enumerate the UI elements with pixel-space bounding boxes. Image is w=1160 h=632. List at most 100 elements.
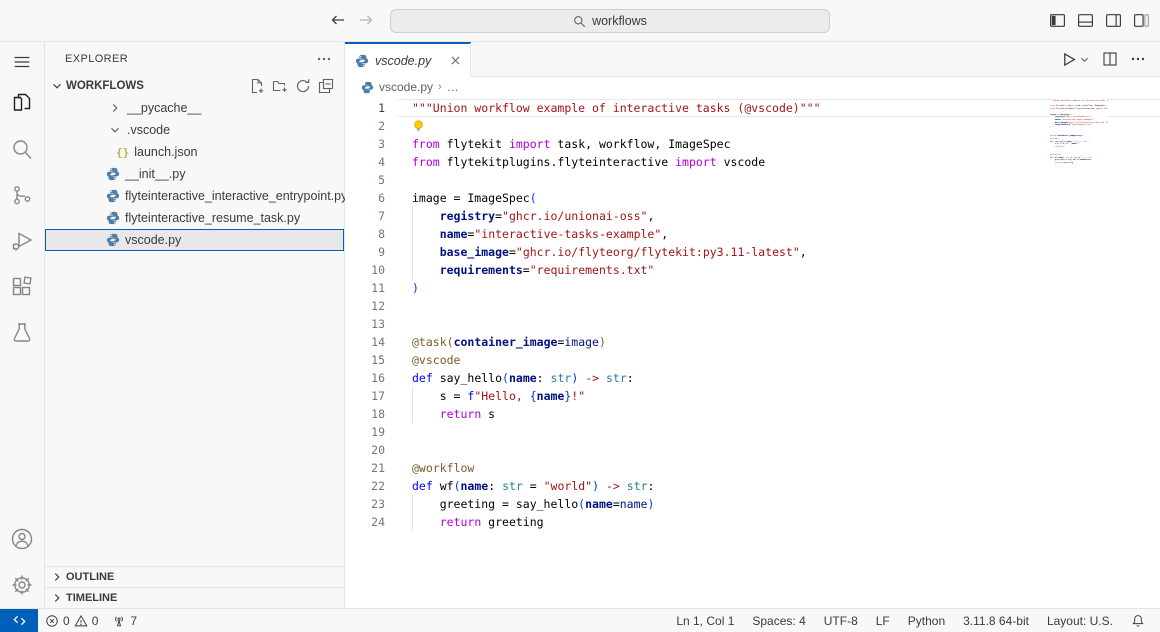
line-content: def say_hello(name: str) -> str: (412, 371, 634, 385)
breadcrumb[interactable]: vscode.py › … (345, 77, 1160, 97)
code-editor[interactable]: 1"""Union workflow example of interactiv… (345, 97, 1160, 608)
search-activity-item[interactable] (0, 126, 45, 172)
close-icon[interactable] (449, 54, 462, 67)
tree-item--init-py[interactable]: __init__.py (45, 163, 344, 185)
code-line-17[interactable]: 17 s = f"Hello, {name}!" (345, 387, 1160, 405)
tab-label: vscode.py (375, 54, 443, 68)
section-label: WORKFLOWS (66, 80, 144, 92)
title-bar: workflows (0, 0, 1160, 42)
code-line-19[interactable]: 19 (345, 423, 1160, 441)
line-content: requirements="requirements.txt" (412, 263, 654, 277)
code-line-5[interactable]: 5 (345, 171, 1160, 189)
tree-item-launch-json[interactable]: {}launch.json (45, 141, 344, 163)
tree-item--pycache-[interactable]: __pycache__ (45, 97, 344, 119)
language-mode-status-item[interactable]: Python (899, 614, 954, 628)
menu-icon[interactable] (0, 44, 45, 80)
cursor-position-status-item[interactable]: Ln 1, Col 1 (667, 614, 743, 628)
outline-section-header[interactable]: OUTLINE (45, 566, 344, 587)
code-line-3[interactable]: 3from flytekit import task, workflow, Im… (345, 135, 1160, 153)
toggle-secondary-sidebar-icon[interactable] (1105, 12, 1122, 29)
code-line-23[interactable]: 23 greeting = say_hello(name=name) (345, 495, 1160, 513)
minimap[interactable]: """Union workflow example of interactive… (1050, 97, 1108, 608)
workflows-section-header[interactable]: WORKFLOWS (45, 75, 344, 97)
code-line-7[interactable]: 7 registry="ghcr.io/unionai-oss", (345, 207, 1160, 225)
tree-item-flyteinteractive-resume-task-py[interactable]: flyteinteractive_resume_task.py (45, 207, 344, 229)
sidebar-title: EXPLORER (65, 53, 128, 65)
warning-count: 0 (92, 614, 99, 628)
code-line-21[interactable]: 21@workflow (345, 459, 1160, 477)
collapse-all-icon[interactable] (318, 78, 334, 94)
split-editor-icon[interactable] (1102, 51, 1118, 67)
source-control-activity-item[interactable] (0, 172, 45, 218)
code-line-4[interactable]: 4from flytekitplugins.flyteinteractive i… (345, 153, 1160, 171)
file-tree: __pycache__ .vscode {}launch.json__init__.… (45, 97, 344, 251)
code-line-8[interactable]: 8 name="interactive-tasks-example", (345, 225, 1160, 243)
eol-status-item[interactable]: LF (867, 614, 899, 628)
tree-item-vscode-py[interactable]: vscode.py (45, 229, 344, 251)
code-line-20[interactable]: 20 (345, 441, 1160, 459)
breadcrumb-file[interactable]: vscode.py (379, 80, 433, 94)
code-line-6[interactable]: 6image = ImageSpec( (345, 189, 1160, 207)
breadcrumb-symbol[interactable]: … (447, 80, 459, 94)
toggle-panel-icon[interactable] (1077, 12, 1094, 29)
new-folder-icon[interactable] (272, 78, 288, 94)
tab-vscode-py[interactable]: vscode.py (345, 42, 471, 77)
tree-item-label: .vscode (127, 123, 170, 137)
testing-activity-item[interactable] (0, 310, 45, 356)
toggle-primary-sidebar-icon[interactable] (1049, 12, 1066, 29)
code-line-12[interactable]: 12 (345, 297, 1160, 315)
accounts-activity-item[interactable] (0, 516, 45, 562)
problems-status-item[interactable]: 0 0 (38, 609, 105, 632)
line-content: image = ImageSpec( (412, 191, 537, 205)
run-debug-activity-item[interactable] (0, 218, 45, 264)
line-number: 4 (345, 155, 385, 169)
remote-indicator[interactable] (0, 609, 38, 632)
ports-status-item[interactable]: 7 (105, 609, 144, 632)
chevron-down-icon[interactable] (1079, 54, 1090, 65)
settings-activity-item[interactable] (0, 562, 45, 608)
run-python-file-button[interactable] (1060, 51, 1090, 68)
encoding-status-item[interactable]: UTF-8 (815, 614, 867, 628)
extensions-activity-item[interactable] (0, 264, 45, 310)
account-icon (10, 527, 34, 551)
code-line-2[interactable]: 2 (345, 117, 1160, 135)
customize-layout-icon[interactable] (1133, 12, 1150, 29)
code-line-13[interactable]: 13 (345, 315, 1160, 333)
tree-item-flyteinteractive-interactive-entrypoint-py[interactable]: flyteinteractive_interactive_entrypoint.… (45, 185, 344, 207)
lightbulb-icon[interactable] (412, 119, 425, 134)
timeline-section-header[interactable]: TIMELINE (45, 587, 344, 608)
code-line-18[interactable]: 18 return s (345, 405, 1160, 423)
python-file-icon (106, 189, 120, 203)
code-line-16[interactable]: 16def say_hello(name: str) -> str: (345, 369, 1160, 387)
search-icon (573, 15, 586, 28)
notifications-bell-icon[interactable] (1122, 614, 1154, 628)
code-line-11[interactable]: 11) (345, 279, 1160, 297)
activity-bar (0, 42, 45, 608)
keyboard-layout-status-item[interactable]: Layout: U.S. (1038, 614, 1122, 628)
indentation-status-item[interactable]: Spaces: 4 (743, 614, 814, 628)
code-line-22[interactable]: 22def wf(name: str = "world") -> str: (345, 477, 1160, 495)
refresh-icon[interactable] (295, 78, 311, 94)
error-count: 0 (63, 614, 70, 628)
code-line-14[interactable]: 14@task(container_image=image) (345, 333, 1160, 351)
code-line-1[interactable]: 1"""Union workflow example of interactiv… (345, 99, 1160, 117)
line-content: from flytekit import task, workflow, Ima… (412, 137, 731, 151)
more-actions-icon[interactable] (1130, 51, 1146, 67)
new-file-icon[interactable] (249, 78, 265, 94)
line-content: name="interactive-tasks-example", (412, 227, 668, 241)
back-arrow-icon[interactable] (330, 12, 346, 28)
chevron-right-icon: › (438, 81, 442, 93)
code-line-9[interactable]: 9 base_image="ghcr.io/flyteorg/flytekit:… (345, 243, 1160, 261)
code-line-24[interactable]: 24 return greeting (345, 513, 1160, 531)
command-center-search[interactable]: workflows (390, 9, 830, 33)
chevron-right-icon (50, 570, 64, 584)
code-line-15[interactable]: 15@vscode (345, 351, 1160, 369)
python-interpreter-status-item[interactable]: 3.11.8 64-bit (954, 614, 1038, 628)
extensions-icon (10, 275, 34, 299)
code-line-10[interactable]: 10 requirements="requirements.txt" (345, 261, 1160, 279)
python-file-icon (106, 211, 120, 225)
tree-item--vscode[interactable]: .vscode (45, 119, 344, 141)
sidebar-more-actions-icon[interactable] (316, 51, 332, 67)
explorer-activity-item[interactable] (0, 80, 45, 126)
python-file-icon (106, 233, 120, 247)
